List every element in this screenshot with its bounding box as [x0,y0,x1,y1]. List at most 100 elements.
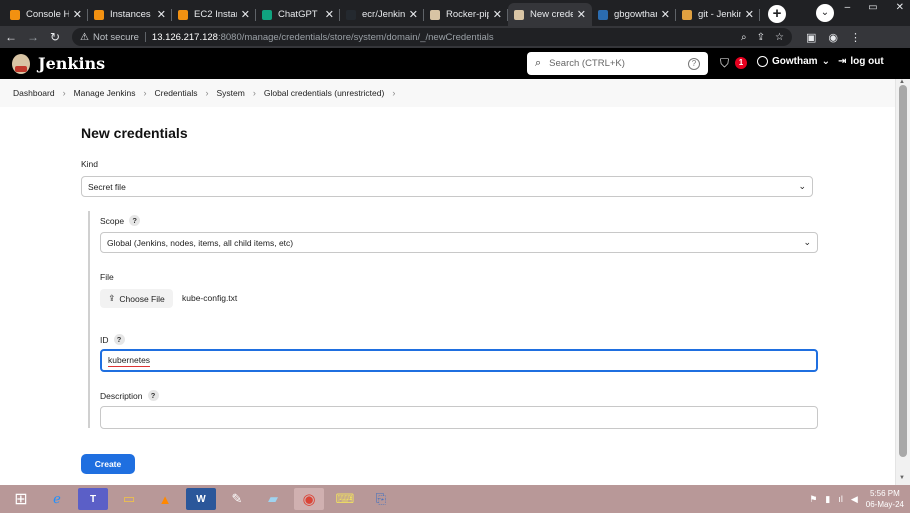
browser-tab[interactable]: Console Ho ✕ [4,3,88,26]
minimize-icon[interactable]: – [845,2,851,13]
chevron-right-icon[interactable]: › [392,88,395,98]
search-input[interactable]: Search (CTRL+K) [549,58,625,69]
browser-tab[interactable]: Instances | ✕ [88,3,172,26]
tab-favicon-icon [178,9,188,20]
tab-close-icon[interactable]: ✕ [493,8,502,21]
bookmark-star-icon[interactable]: ☆ [775,32,784,43]
network-app-icon[interactable]: ⎘ [366,488,396,510]
volume-icon[interactable]: ◀ [851,494,858,505]
tab-close-icon[interactable]: ✕ [745,8,754,21]
address-bar[interactable]: ⚠ Not secure 13.126.217.128 :8080/manage… [72,28,792,46]
browser-tab[interactable]: gbgowthar ✕ [592,3,676,26]
browser-tab[interactable]: EC2 Instanc ✕ [172,3,256,26]
chevron-right-icon[interactable]: › [63,88,66,98]
chevron-right-icon[interactable]: › [144,88,147,98]
id-help-icon[interactable]: ? [113,334,125,345]
tab-close-icon[interactable]: ✕ [661,8,670,21]
reload-icon[interactable]: ↻ [44,30,66,44]
tab-close-icon[interactable]: ✕ [241,8,250,21]
browser-tab[interactable]: ecr/Jenkins ✕ [340,3,424,26]
scrollbar-thumb[interactable] [899,85,907,457]
chrome-icon[interactable]: ◉ [294,488,324,510]
chevron-right-icon[interactable]: › [206,88,209,98]
chevron-right-icon[interactable]: › [253,88,256,98]
notes-icon[interactable]: ▰ [258,488,288,510]
scope-value: Global (Jenkins, nodes, items, all child… [107,237,294,248]
forward-icon[interactable]: → [22,30,44,44]
user-menu[interactable]: Gowtham ⌄ [757,56,830,67]
jenkins-title[interactable]: Jenkins [38,54,105,73]
jenkins-header: Jenkins ⌕ Search (CTRL+K) ? ⛉ 1 Gowtham … [0,48,910,79]
signal-icon[interactable]: ıl [838,494,843,504]
create-button[interactable]: Create [81,454,135,474]
not-secure-label[interactable]: Not secure [93,32,139,43]
tab-search-icon[interactable]: ⌄ [816,4,834,22]
tab-separator [759,9,760,21]
warning-icon[interactable]: ⚠ [80,32,89,43]
tab-close-icon[interactable]: ✕ [157,8,166,21]
teams-icon[interactable]: T [78,488,108,510]
clock[interactable]: 5:56 PM 06-May-24 [866,488,904,510]
scope-select[interactable]: Global (Jenkins, nodes, items, all child… [100,232,818,253]
user-icon [757,56,768,67]
tab-close-icon[interactable]: ✕ [325,8,334,21]
breadcrumb-item-dashboard[interactable]: Dashboard › [13,88,74,98]
windows-start-icon[interactable]: ⊞ [6,488,36,510]
page-scrollbar[interactable]: ▲ ▼ [895,79,910,485]
browser-menu-icon[interactable]: ⋮ [850,31,861,44]
breadcrumb-item-global-credentials[interactable]: Global credentials (unrestricted) › [264,88,403,98]
scroll-down-icon[interactable]: ▼ [899,475,905,481]
browser-tab[interactable]: Rocker-pip ✕ [424,3,508,26]
tab-close-icon[interactable]: ✕ [409,8,418,21]
tab-label: git - Jenkin [698,9,741,20]
word-icon[interactable]: W [186,488,216,510]
network-icon[interactable]: ▮ [825,494,830,505]
flag-icon[interactable]: ⚑ [809,494,817,505]
vlc-icon[interactable]: ▲ [150,488,180,510]
kind-select[interactable]: Secret file ⌄ [81,176,813,197]
tab-close-icon[interactable]: ✕ [577,8,586,21]
back-icon[interactable]: ← [0,30,22,44]
browser-tab[interactable]: ChatGPT ✕ [256,3,340,26]
breadcrumb: Dashboard › Manage Jenkins › Credentials › … [0,79,895,107]
tab-favicon-icon [598,9,608,20]
breadcrumb-item-system[interactable]: System › [217,88,264,98]
jenkins-logo-icon[interactable] [12,53,30,74]
internet-explorer-icon[interactable]: ℯ [42,488,72,510]
choose-file-button[interactable]: ⇪ Choose File [100,289,173,308]
share-icon[interactable]: ⇪ [757,32,765,43]
paint-icon[interactable]: ✎ [222,488,252,510]
security-badge[interactable]: 1 [735,57,747,69]
description-help-icon[interactable]: ? [147,390,159,401]
tab-close-icon[interactable]: ✕ [73,8,82,21]
security-shield-icon[interactable]: ⛉ [720,56,729,71]
tab-favicon-icon [430,9,440,20]
chevron-down-icon: ⌄ [803,237,811,247]
browser-tab[interactable]: New creden ✕ [508,3,592,26]
maximize-icon[interactable]: ▭ [868,2,877,13]
upload-icon: ⇪ [108,293,116,303]
address-divider [144,32,146,42]
tab-favicon-icon [346,9,356,20]
window-close-icon[interactable]: ✕ [896,2,904,13]
breadcrumb-item-credentials[interactable]: Credentials › [155,88,217,98]
file-explorer-icon[interactable]: ▭ [114,488,144,510]
putty-icon[interactable]: ⌨ [330,488,360,510]
tab-label: gbgowthar [614,9,657,20]
new-tab-button[interactable]: + [768,5,786,23]
zoom-icon[interactable]: ⌕ [741,32,747,43]
search-help-icon[interactable]: ? [688,57,700,70]
logout-icon: ⇥ [838,56,847,67]
description-input[interactable] [100,406,818,429]
side-panel-icon[interactable]: ▣ [806,31,816,44]
tab-favicon-icon [10,9,20,20]
logout-link[interactable]: ⇥ log out [838,56,884,67]
id-input[interactable]: kubernetes [100,349,818,372]
profile-avatar-icon[interactable]: ◉ [828,31,838,44]
chevron-down-icon: ⌄ [798,181,806,191]
search-box[interactable]: ⌕ Search (CTRL+K) ? [527,52,708,75]
logout-label: log out [850,56,884,67]
scope-help-icon[interactable]: ? [129,215,141,226]
browser-tab[interactable]: git - Jenkin ✕ [676,3,760,26]
breadcrumb-item-manage-jenkins[interactable]: Manage Jenkins › [74,88,155,98]
